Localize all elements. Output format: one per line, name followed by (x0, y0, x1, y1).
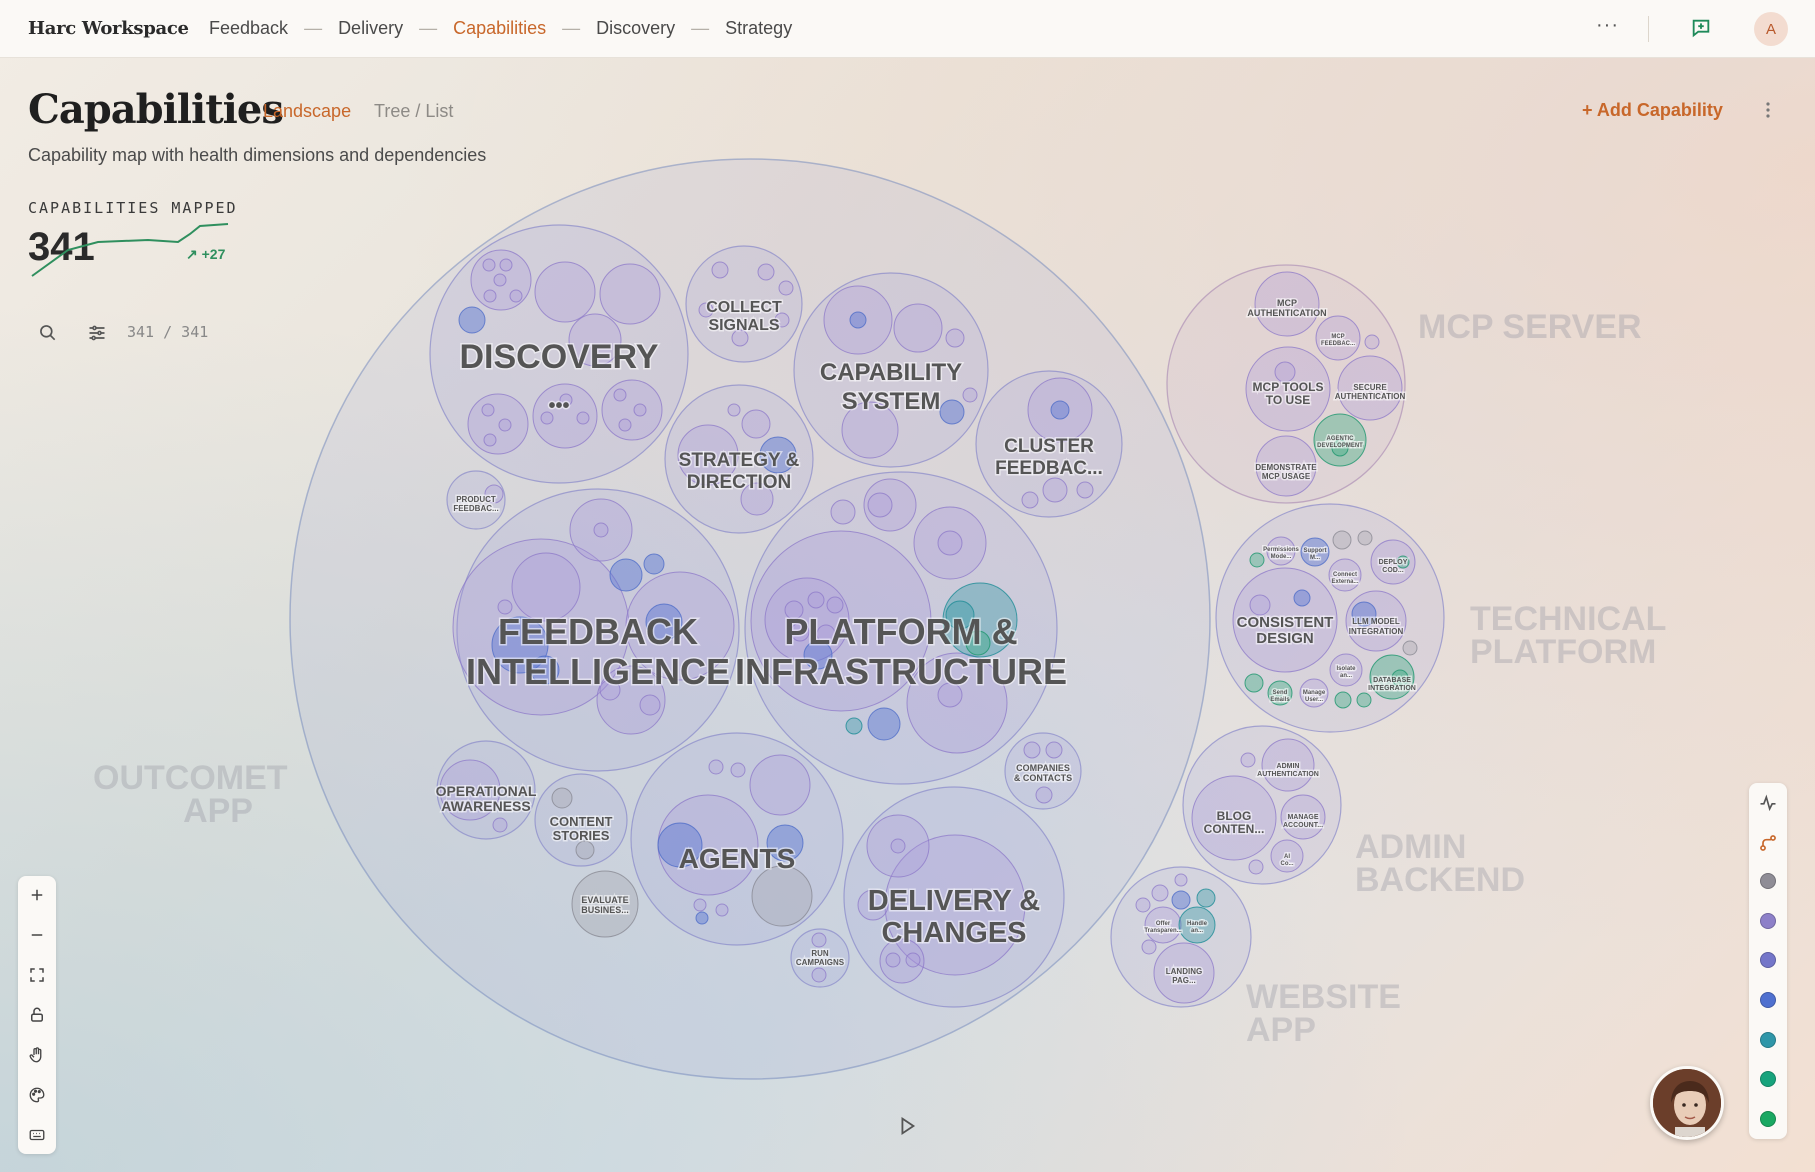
legend-swatch[interactable] (1760, 913, 1776, 929)
deploy-code-label: DEPLOY COD... (1379, 559, 1408, 574)
search-icon[interactable] (38, 323, 58, 343)
minus-icon (31, 934, 43, 936)
collect-signals-label: COLLECT SIGNALS (706, 299, 782, 334)
lock-button[interactable] (18, 996, 56, 1034)
brand-logo[interactable]: Harc Workspace (28, 18, 189, 39)
main-nav: Feedback — Delivery — Capabilities — Dis… (209, 18, 792, 39)
nav-separator: — (562, 18, 581, 38)
cluster-feedback-label: CLUSTER FEEDBAC... (995, 436, 1103, 479)
nav-item-delivery[interactable]: Delivery (338, 18, 403, 39)
nav-separator: — (691, 18, 710, 38)
fit-view-button[interactable] (18, 956, 56, 994)
zoom-out-button[interactable] (18, 916, 56, 954)
add-feedback-icon[interactable] (1690, 17, 1712, 39)
discovery-label: DISCOVERY (459, 338, 658, 376)
region-label-mcp-server: MCP SERVER (1418, 308, 1642, 346)
companies-contacts-label: COMPANIES & CONTACTS (1014, 763, 1072, 783)
map-tool-panel (18, 876, 56, 1154)
legend-swatch[interactable] (1760, 952, 1776, 968)
metric-delta: ↗ +27 (186, 246, 226, 262)
demonstrate-mcp-label: DEMONSTRATE MCP USAGE (1255, 463, 1317, 481)
nav-item-capabilities[interactable]: Capabilities (453, 18, 546, 39)
operational-awareness-label: OPERATIONAL AWARENESS (436, 783, 537, 814)
divider (1648, 16, 1649, 42)
agents-label: AGENTS (679, 843, 796, 874)
product-feedback-label: PRODUCT FEEDBAC... (453, 495, 498, 513)
delivery-changes-label: DELIVERY & CHANGES (868, 885, 1040, 949)
palette-icon (29, 1087, 45, 1103)
keyboard-icon (29, 1129, 45, 1141)
color-mode-button[interactable] (18, 1076, 56, 1114)
manage-account-label: MANAGE ACCOUNT... (1283, 814, 1323, 829)
discovery-more: ••• (548, 395, 569, 417)
tab-landscape[interactable]: Landscape (263, 101, 351, 122)
website-app-bubble[interactable] (1110, 866, 1252, 1008)
legend-swatch[interactable] (1760, 992, 1776, 1008)
nav-separator: — (304, 18, 323, 38)
capability-landscape-map[interactable]: .big{fill:rgba(140,150,205,.13);stroke:r… (0, 58, 1815, 1172)
metric-label: CAPABILITIES MAPPED (28, 199, 238, 217)
zoom-in-button[interactable] (18, 876, 56, 914)
plus-icon (31, 889, 43, 901)
pan-button[interactable] (18, 1036, 56, 1074)
connect-external-label: Connect Externa... (1331, 572, 1358, 585)
more-menu-button[interactable]: ··· (1596, 14, 1619, 37)
keyboard-shortcuts-button[interactable] (18, 1116, 56, 1154)
capability-count: 341 / 341 (127, 323, 209, 341)
nav-item-strategy[interactable]: Strategy (725, 18, 792, 39)
region-label-platform: PLATFORM (1470, 633, 1656, 671)
legend-swatch[interactable] (1760, 1032, 1776, 1048)
nav-separator: — (419, 18, 438, 38)
page-options-icon[interactable] (1760, 100, 1776, 120)
send-emails-label: Send Emails (1270, 690, 1290, 703)
region-label-outcomet-app: APP (183, 792, 253, 830)
play-icon[interactable] (896, 1115, 918, 1137)
assistant-avatar[interactable] (1650, 1066, 1724, 1140)
manage-user-label: Manage User... (1303, 690, 1326, 703)
nav-item-feedback[interactable]: Feedback (209, 18, 288, 39)
page-subtitle: Capability map with health dimensions an… (28, 145, 487, 165)
evaluate-business-label: EVALUATE BUSINES... (581, 895, 629, 915)
top-navigation-bar: Harc Workspace Feedback — Delivery — Cap… (0, 0, 1815, 58)
database-integration-label: DATABASE INTEGRATION (1368, 677, 1416, 692)
fullscreen-icon (30, 968, 44, 982)
legend-swatch[interactable] (1760, 873, 1776, 889)
legend-swatch[interactable] (1760, 1071, 1776, 1087)
legend-swatch[interactable] (1760, 1111, 1776, 1127)
pulse-icon[interactable] (1758, 793, 1778, 813)
llm-model-label: LLM MODEL INTEGRATION (1349, 617, 1404, 636)
tab-tree-list[interactable]: Tree / List (374, 101, 453, 122)
agents-group[interactable] (630, 732, 844, 946)
add-capability-button[interactable]: + Add Capability (1582, 100, 1723, 121)
filter-icon[interactable] (87, 323, 107, 343)
admin-backend-bubble[interactable] (1182, 725, 1342, 885)
health-legend-panel (1749, 783, 1787, 1139)
feedback-intelligence-label: FEEDBACK INTELLIGENCE (466, 611, 730, 692)
page-title: Capabilities (28, 86, 284, 133)
region-label-website-app: APP (1246, 1011, 1316, 1049)
content-stories-label: CONTENT STORIES (550, 814, 613, 843)
platform-infrastructure-label: PLATFORM & INFRASTRUCTURE (735, 611, 1067, 692)
region-label-backend: BACKEND (1355, 861, 1525, 899)
user-avatar[interactable]: A (1754, 12, 1788, 46)
hand-icon (29, 1047, 42, 1063)
nav-item-discovery[interactable]: Discovery (596, 18, 675, 39)
dependency-icon[interactable] (1758, 833, 1778, 853)
unlock-icon (31, 1007, 43, 1022)
strategy-direction-label: STRATEGY & DIRECTION (679, 450, 800, 493)
